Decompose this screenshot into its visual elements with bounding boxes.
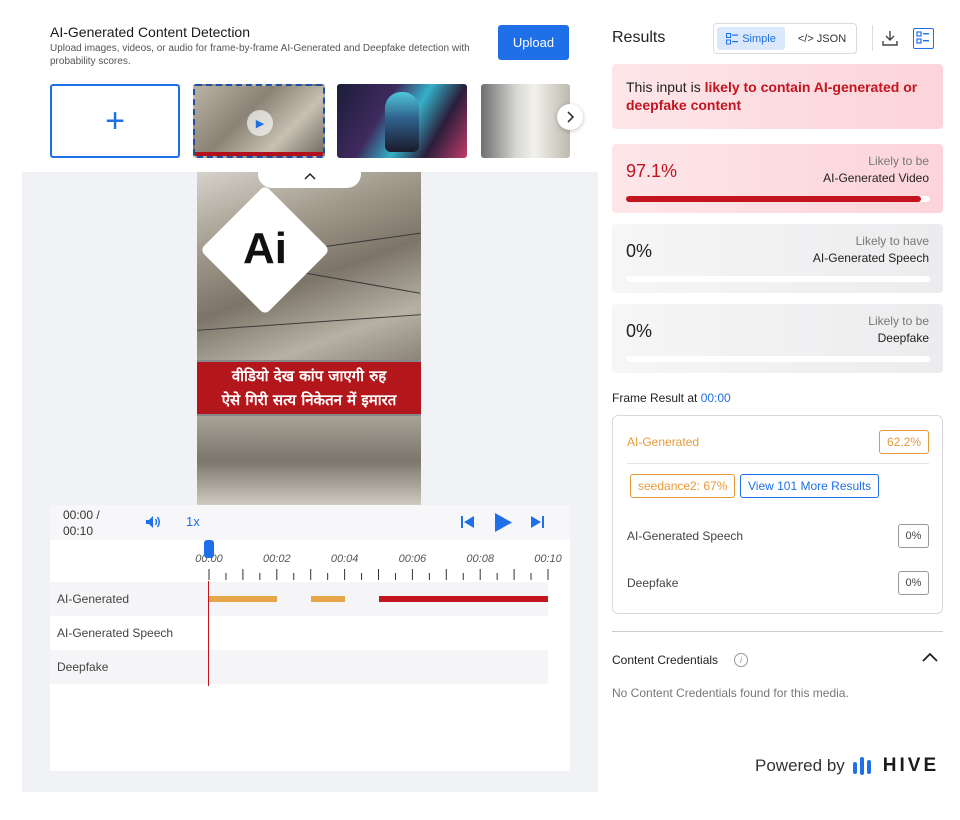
volume-icon[interactable] <box>145 515 161 529</box>
app-root: { "header": { "title": "AI-Generated Con… <box>0 0 960 820</box>
powered-by: Powered by HIVE <box>755 755 939 777</box>
divider <box>627 463 929 464</box>
playback-speed-button[interactable]: 1x <box>186 514 200 529</box>
video-banner: वीडियो देख कांप जाएगी रुह ऐसे गिरी सत्य … <box>197 362 421 414</box>
view-simple-button[interactable]: Simple <box>717 27 785 50</box>
thumbnail-strip: + ▶ <box>50 84 570 158</box>
content-credentials-text: No Content Credentials found for this me… <box>612 686 849 700</box>
add-media-button[interactable]: + <box>50 84 180 158</box>
model-score-chip: seedance2: 67% <box>630 474 736 498</box>
skip-back-icon[interactable] <box>461 516 474 528</box>
plus-icon: + <box>105 102 125 140</box>
score-caption: Likely to be <box>868 314 929 328</box>
view-more-results-button[interactable]: View 101 More Results <box>740 474 880 498</box>
view-json-button[interactable]: </> JSON <box>790 27 854 50</box>
view-toggle: Simple </> JSON <box>713 23 857 54</box>
score-card-ai-video: 97.1% Likely to be AI-Generated Video <box>612 144 943 213</box>
playhead-handle[interactable] <box>204 540 214 558</box>
page-subtitle: Upload images, videos, or audio for fram… <box>50 43 470 67</box>
detection-segment[interactable] <box>310 596 345 602</box>
info-icon[interactable]: i <box>734 653 748 667</box>
score-caption: Likely to be <box>868 154 929 168</box>
score-track <box>626 356 930 362</box>
thumbnail-next-button[interactable] <box>557 104 583 130</box>
score-track <box>626 196 930 202</box>
score-card-ai-speech: 0% Likely to have AI-Generated Speech <box>612 224 943 293</box>
playhead-line <box>208 581 209 686</box>
score-caption: Likely to have <box>855 234 929 248</box>
content-credentials-title: Content Credentials <box>612 653 719 667</box>
chevron-up-icon <box>303 172 316 180</box>
frame-result-panel: AI-Generated 62.2% seedance2: 67% View 1… <box>612 415 943 614</box>
chevron-up-icon[interactable] <box>922 651 938 663</box>
time-readout: 00:00 / 00:10 <box>63 508 100 538</box>
view-simple-label: Simple <box>742 32 776 45</box>
progress-bar <box>195 152 323 156</box>
timeline-ruler[interactable]: 00:00 00:02 00:04 00:06 00:08 00:10 <box>50 540 570 582</box>
page-title: AI-Generated Content Detection <box>50 24 251 40</box>
player-controls: 00:00 / 00:10 1x <box>50 505 570 540</box>
detail-view-glyph <box>916 31 929 44</box>
tick-label: 00:08 <box>466 553 494 565</box>
timeline-panel: 00:00 / 00:10 1x 00:00 00:02 00:04 00:06 00:… <box>50 505 570 771</box>
banner-line-2: ऐसे गिरी सत्य निकेतन में इमारत <box>221 391 397 409</box>
tick-label: 00:10 <box>534 553 562 565</box>
track-row: AI-Generated Speech <box>50 616 548 650</box>
score-label: Deepfake <box>877 331 929 345</box>
score-percent: 97.1% <box>626 161 678 181</box>
toolbar-divider <box>872 25 873 51</box>
track-label: Deepfake <box>57 660 109 674</box>
detection-segment[interactable] <box>209 596 277 602</box>
download-icon[interactable] <box>882 30 898 46</box>
thumbnail-street-video[interactable]: ▶ <box>193 84 325 158</box>
track-label: AI-Generated <box>57 592 130 606</box>
wire <box>297 271 421 294</box>
hive-logo-icon <box>852 757 871 775</box>
frame-deepfake-label: Deepfake <box>627 576 679 590</box>
frame-ai-score-badge: 62.2% <box>878 430 929 454</box>
video-preview[interactable]: Ai वीडियो देख कांप जाएगी रुह ऐसे गिरी सत… <box>197 172 421 505</box>
score-card-deepfake: 0% Likely to be Deepfake <box>612 304 943 373</box>
verdict-prefix: This input is <box>626 79 705 95</box>
play-icon: ▶ <box>247 110 273 136</box>
tick-label: 00:04 <box>330 553 359 565</box>
track-label: AI-Generated Speech <box>57 626 174 640</box>
tick-label: 00:06 <box>398 553 427 565</box>
banner-line-1: वीडियो देख कांप जाएगी रुह <box>231 367 387 385</box>
score-percent: 0% <box>626 321 653 341</box>
thumbnail-cyberpunk-portrait[interactable] <box>337 84 467 158</box>
hive-brand-text: HIVE <box>882 755 940 776</box>
frame-speech-score-badge: 0% <box>898 524 929 548</box>
play-icon[interactable] <box>494 513 512 532</box>
video-frame-bottom <box>197 416 421 505</box>
frame-speech-label: AI-Generated Speech <box>627 529 744 543</box>
verdict-alert: This input is likely to contain AI-gener… <box>612 64 943 129</box>
score-label: AI-Generated Video <box>823 171 929 185</box>
score-percent: 0% <box>626 241 653 261</box>
powered-by-label: Powered by <box>755 756 845 775</box>
list-icon <box>726 32 739 44</box>
upload-button[interactable]: Upload <box>498 25 569 60</box>
track-row: Deepfake <box>50 650 548 684</box>
tick-label: 00:02 <box>263 553 291 565</box>
frame-deepfake-score-badge: 0% <box>898 571 929 595</box>
portrait-figure <box>385 92 419 152</box>
frame-time: 00:00 <box>700 391 731 405</box>
frame-ai-label: AI-Generated <box>627 435 700 449</box>
section-divider <box>612 631 943 632</box>
ai-logo-text: Ai <box>243 224 287 273</box>
score-fill <box>626 196 922 202</box>
frame-result-label: Frame Result at 00:00 <box>612 391 731 405</box>
detail-view-icon[interactable] <box>913 28 934 49</box>
skip-forward-icon[interactable] <box>531 516 544 528</box>
track-row: AI-Generated <box>50 582 548 616</box>
chevron-right-icon <box>567 111 574 123</box>
score-track <box>626 276 930 282</box>
frame-result-prefix: Frame Result at <box>612 391 701 405</box>
collapse-thumbnails-button[interactable] <box>258 164 361 188</box>
score-label: AI-Generated Speech <box>812 251 929 265</box>
results-title: Results <box>612 29 666 46</box>
wire <box>197 314 421 331</box>
detection-segment[interactable] <box>378 596 548 602</box>
